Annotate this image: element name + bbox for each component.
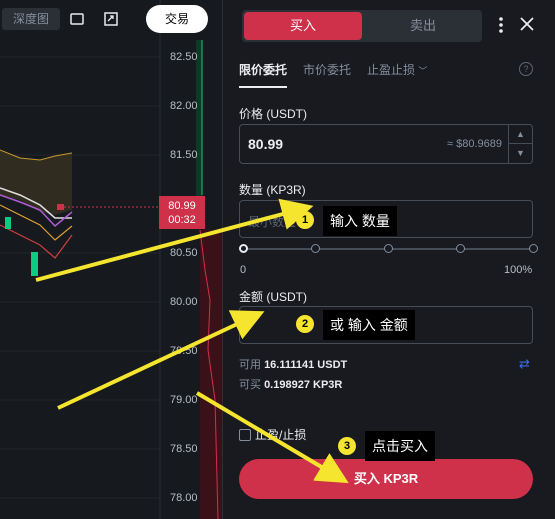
slider-min-label: 0 — [240, 264, 247, 276]
slider-dot-25[interactable] — [311, 244, 320, 253]
available-label: 可用 — [239, 359, 261, 371]
amount-slider[interactable] — [239, 244, 538, 253]
order-type-tabs: 限价委托 市价委托 止盈止损 ﹀ — [239, 61, 427, 85]
step-badge-3: 3 — [338, 437, 356, 455]
window-icon[interactable] — [69, 11, 85, 27]
tpsl-checkbox[interactable] — [239, 428, 251, 441]
can-buy-label: 可买 — [239, 379, 261, 391]
slider-dot-100[interactable] — [529, 244, 538, 253]
price-input[interactable]: 80.99 ≈ $80.9689 ▲ ▼ — [239, 124, 533, 164]
candlestick-chart[interactable] — [0, 0, 222, 519]
slider-dot-0[interactable] — [239, 244, 248, 253]
tab-limit-order[interactable]: 限价委托 — [239, 61, 287, 85]
slider-dot-50[interactable] — [384, 244, 393, 253]
active-tab-underline — [239, 86, 287, 88]
current-price-tag: 80.99 00:32 — [159, 196, 205, 229]
tab-market-order[interactable]: 市价委托 — [303, 61, 351, 85]
current-price-value: 80.99 — [168, 200, 196, 212]
price-input-value: 80.99 — [248, 136, 284, 152]
price-axis-tick: 80.50 — [170, 247, 198, 259]
buy-tab[interactable]: 买入 — [244, 12, 362, 40]
quantity-placeholder: 最小数量 — [248, 215, 297, 229]
fullscreen-icon[interactable] — [103, 11, 119, 27]
price-axis-tick: 78.00 — [170, 492, 198, 504]
tab-tpsl-label: 止盈止损 — [367, 63, 416, 77]
callout-quantity: 输入 数量 — [323, 206, 397, 236]
trade-tab[interactable]: 交易 — [146, 5, 208, 33]
step-badge-2: 2 — [296, 315, 314, 333]
price-stepper: ▲ ▼ — [508, 125, 532, 163]
transfer-icon[interactable]: ⇄ — [519, 356, 530, 372]
price-axis-tick: 81.50 — [170, 149, 198, 161]
depth-chart-button[interactable]: 深度图 — [2, 8, 60, 30]
tpsl-toggle[interactable]: 止盈/止损 — [239, 426, 306, 443]
increase-icon[interactable]: ▲ — [509, 125, 532, 144]
price-axis-tick: 79.00 — [170, 394, 198, 406]
decrease-icon[interactable]: ▼ — [509, 144, 532, 163]
amount-label: 金额 (USDT) — [239, 290, 307, 304]
step-badge-1: 1 — [296, 211, 314, 229]
can-buy-amount: 可买 0.198927 KP3R — [239, 376, 342, 392]
slider-max-label: 100% — [504, 264, 533, 276]
buy-sell-switch: 买入 卖出 — [242, 10, 482, 42]
chart-pane[interactable]: 深度图 交易 82.5082.0081.5081.0080.5080.0079.… — [0, 0, 222, 519]
price-axis-tick: 80.00 — [170, 296, 198, 308]
can-buy-value: 0.198927 KP3R — [264, 379, 343, 391]
close-icon[interactable] — [519, 16, 535, 32]
price-axis-tick: 78.50 — [170, 443, 198, 455]
slider-dot-75[interactable] — [456, 244, 465, 253]
available-balance: 可用 16.111141 USDT — [239, 356, 347, 372]
callout-amount: 或 输入 金额 — [323, 310, 415, 340]
buy-button[interactable]: 买入 KP3R — [239, 459, 533, 499]
price-label: 价格 (USDT) — [239, 107, 307, 121]
quantity-label: 数量 (KP3R) — [239, 183, 306, 197]
info-icon[interactable]: ? — [519, 62, 533, 76]
sell-tab[interactable]: 卖出 — [364, 10, 482, 42]
price-usd-approx: ≈ $80.9689 — [447, 138, 502, 150]
price-axis-tick: 79.50 — [170, 345, 198, 357]
chevron-down-icon: ﹀ — [418, 66, 428, 76]
price-axis-tick: 82.00 — [170, 100, 198, 112]
tpsl-label: 止盈/止损 — [255, 428, 307, 442]
callout-buy: 点击买入 — [365, 431, 435, 461]
more-vertical-icon[interactable] — [497, 16, 505, 34]
tab-tpsl-order[interactable]: 止盈止损 ﹀ — [367, 61, 427, 85]
price-axis-tick: 82.50 — [170, 51, 198, 63]
candle-countdown: 00:32 — [168, 214, 196, 226]
available-value: 16.111141 USDT — [264, 359, 348, 371]
